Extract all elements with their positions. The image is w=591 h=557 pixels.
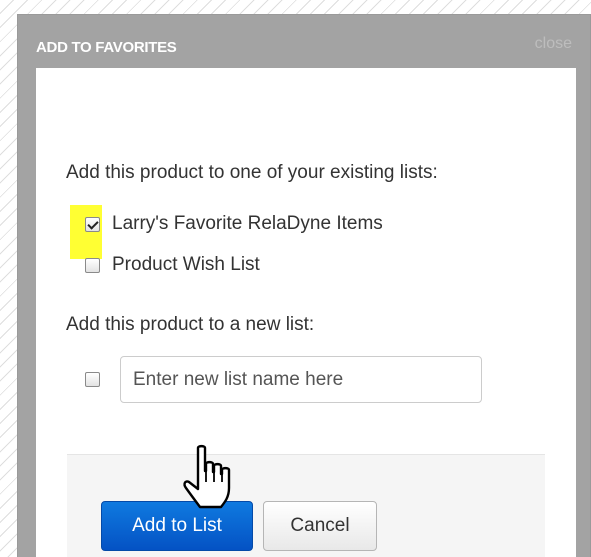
dialog-title: ADD TO FAVORITES (36, 39, 177, 56)
new-list-name-input[interactable] (120, 356, 482, 403)
hand-pointer-icon (183, 444, 231, 509)
existing-lists-prompt: Add this product to one of your existing… (66, 162, 438, 183)
dialog-footer: Add to List Cancel (67, 454, 545, 557)
dialog-header: ADD TO FAVORITES close (18, 15, 590, 68)
existing-list-checkbox-1[interactable] (85, 257, 100, 273)
add-to-favorites-dialog: ADD TO FAVORITES close Add this product … (17, 14, 591, 557)
close-link[interactable]: close (535, 35, 572, 53)
existing-list-label-0: Larry's Favorite RelaDyne Items (112, 213, 383, 234)
existing-list-option[interactable]: Product Wish List (85, 254, 260, 276)
new-list-checkbox[interactable] (85, 372, 100, 387)
new-list-option[interactable] (85, 372, 100, 387)
dialog-body: Add this product to one of your existing… (36, 68, 576, 557)
new-list-prompt: Add this product to a new list: (66, 314, 315, 335)
cancel-button[interactable]: Cancel (263, 501, 377, 551)
existing-list-label-1: Product Wish List (112, 254, 260, 275)
existing-list-option[interactable]: Larry's Favorite RelaDyne Items (85, 213, 383, 235)
existing-list-checkbox-0[interactable] (85, 216, 100, 232)
